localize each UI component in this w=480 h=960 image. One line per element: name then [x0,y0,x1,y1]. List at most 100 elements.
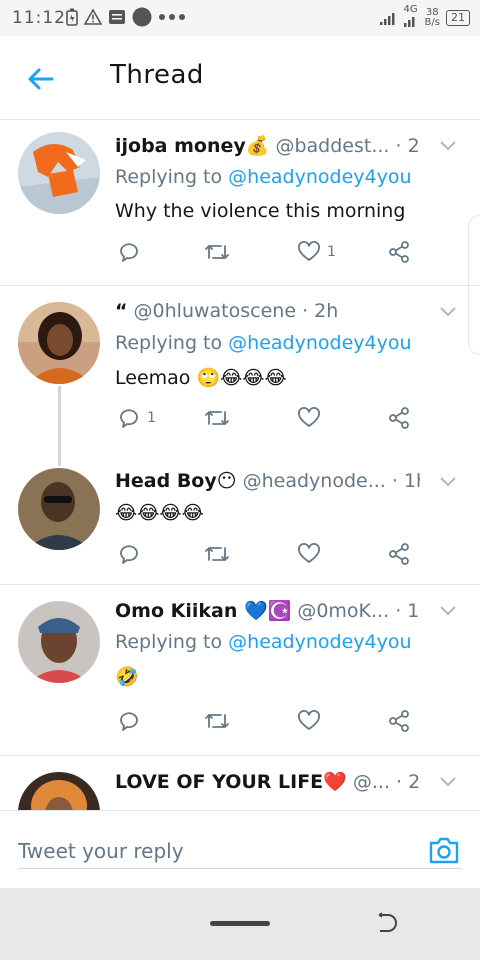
heart-icon [298,710,320,730]
tweet-text: 🤣 [115,666,139,688]
retweet-icon [205,245,229,259]
reply-button[interactable] [117,709,147,733]
share-button[interactable] [387,709,411,733]
heart-icon [298,407,320,427]
retweet-button[interactable] [203,542,237,566]
avatar[interactable] [18,132,100,214]
tweet-menu-button[interactable] [438,136,458,156]
tweet-time: · 2h [396,771,420,793]
tweet-header: LOVE OF YOUR LIFE❤️ @... · 2h [115,770,420,793]
tweet-menu-button[interactable] [438,302,458,322]
arrow-left-icon [28,68,54,90]
camera-icon [429,837,459,864]
share-button[interactable] [387,542,411,566]
like-button[interactable]: 1 [297,240,336,264]
avatar-image [18,468,100,550]
chevron-down-icon [440,477,456,487]
replying-label: Replying to [115,166,229,188]
share-icon [389,710,409,732]
retweet-icon [205,411,229,425]
camera-button[interactable] [428,835,460,865]
avatar[interactable] [18,601,100,683]
tweet[interactable]: Omo Kiikan 💙☪️ @0moK... · 1h Replying to… [0,585,480,755]
battery-level: 21 [446,9,470,26]
tweet-time: · 2h [302,300,339,322]
home-gesture-pill[interactable] [210,921,270,926]
tweet-menu-button[interactable] [438,601,458,621]
retweet-button[interactable] [203,240,237,264]
tweet-actions: 1 [115,406,425,436]
tweet-actions [115,709,425,739]
tweet-header: ijoba money💰 @baddest... · 2h [115,134,420,157]
author-name[interactable]: Head Boy😶 [115,470,237,492]
author-name[interactable]: ijoba money💰 [115,135,269,157]
like-button[interactable] [297,542,327,566]
reply-button[interactable] [117,240,147,264]
reply-input[interactable] [18,833,462,869]
thread-header: Thread [0,36,480,120]
tweet[interactable]: ijoba money💰 @baddest... · 2h Replying t… [0,120,480,285]
replying-label: Replying to [115,332,229,354]
battery-saver-icon [66,8,78,26]
tweet-time: · 2h [395,135,421,157]
like-button[interactable] [297,709,327,733]
network-indicator: 4G [403,5,419,30]
like-count: 1 [327,244,336,260]
thread-feed[interactable]: ijoba money💰 @baddest... · 2h Replying t… [0,120,480,810]
system-navigation-bar [0,888,480,960]
retweet-icon [205,714,229,728]
retweet-button[interactable] [203,709,237,733]
replying-mention[interactable]: @headynodey4you [228,166,411,188]
author-handle[interactable]: @0hluwatoscene [134,300,296,322]
replying-mention[interactable]: @headynodey4you [228,332,411,354]
tweet[interactable]: Head Boy😶 @headynode... · 1h 😂😂😂😂 [0,456,480,584]
replying-label: Replying to [115,631,229,653]
author-name[interactable]: LOVE OF YOUR LIFE❤️ [115,771,347,793]
reply-button[interactable]: 1 [117,406,156,430]
network-speed: 38 B/s [425,6,440,28]
tweet-header: Omo Kiikan 💙☪️ @0moK... · 1h [115,599,420,622]
reply-button[interactable] [117,542,147,566]
heart-icon [298,543,320,563]
avatar[interactable] [18,302,100,384]
replying-mention[interactable]: @headynodey4you [228,631,411,653]
author-handle[interactable]: @... [353,771,390,793]
avatar-image [18,601,100,683]
heart-icon [298,241,320,261]
reply-icon [120,712,138,731]
tweet[interactable]: “ @0hluwatoscene · 2h Replying to @heady… [0,286,480,456]
signal-icon-2 [403,17,415,27]
speed-value: 38 [425,6,439,18]
tweet-header: “ @0hluwatoscene · 2h [115,300,420,322]
tweet-actions: 1 [115,240,425,270]
author-handle[interactable]: @baddest... [275,135,389,157]
system-icons: 4G 38 B/s 21 [379,5,470,30]
author-name[interactable]: “ [115,300,128,322]
tweet-text: Leemao 🙄😂😂😂 [115,367,287,389]
tweet-menu-button[interactable] [438,772,458,792]
message-icon [109,10,125,24]
tweet[interactable]: LOVE OF YOUR LIFE❤️ @... · 2h [0,756,480,810]
share-button[interactable] [387,240,411,264]
reply-icon [120,409,138,428]
retweet-icon [205,547,229,561]
author-handle[interactable]: @headynode... [243,470,386,492]
back-button[interactable] [24,62,58,96]
warning-icon [84,9,102,25]
author-name[interactable]: Omo Kiikan 💙☪️ [115,600,291,622]
tweet-menu-button[interactable] [438,472,458,492]
chevron-down-icon [440,606,456,616]
avatar[interactable] [18,468,100,550]
system-back-button[interactable] [374,912,398,936]
avatar-image [18,772,100,810]
share-icon [389,543,409,565]
more-notifications-icon [159,14,185,20]
page-title: Thread [110,60,204,90]
author-handle[interactable]: @0moK... [297,600,389,622]
share-icon [389,407,409,429]
signal-icon [379,12,395,25]
like-button[interactable] [297,406,327,430]
share-button[interactable] [387,406,411,430]
retweet-button[interactable] [203,406,237,430]
avatar[interactable] [18,772,100,810]
